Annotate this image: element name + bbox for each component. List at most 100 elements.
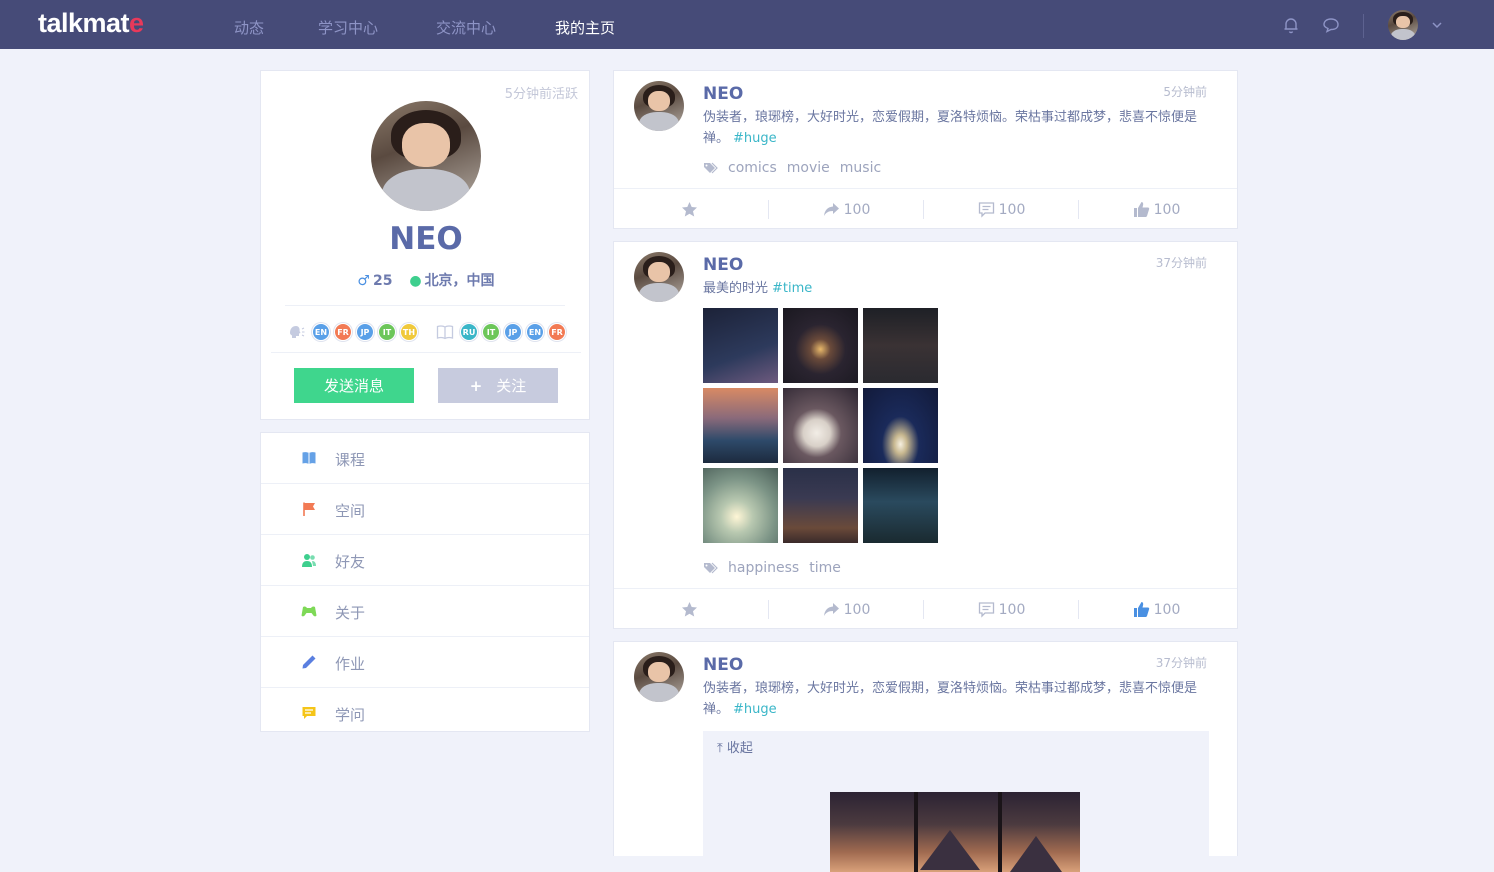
hashtag-link[interactable]: #huge	[733, 702, 777, 717]
post-time: 37分钟前	[1155, 656, 1207, 670]
chat-bubble-icon[interactable]	[1322, 16, 1340, 34]
tag[interactable]: comics	[728, 160, 777, 176]
photo-thumbnail[interactable]	[703, 468, 778, 543]
share-icon	[823, 203, 839, 216]
profile-name: NEO	[389, 221, 463, 257]
photo-thumbnail[interactable]	[863, 468, 938, 543]
expanded-media: ⤒ 收起	[703, 731, 1209, 872]
nav-link-learning[interactable]: 学习中心	[318, 17, 378, 38]
lang-chip: IT	[378, 323, 396, 341]
profile-avatar[interactable]	[371, 101, 481, 211]
tag[interactable]: movie	[787, 160, 830, 176]
like-button[interactable]: 100	[1079, 189, 1234, 230]
photo-thumbnail[interactable]	[703, 388, 778, 463]
menu-item-homework[interactable]: 作业	[261, 637, 589, 688]
comment-icon	[978, 602, 994, 618]
favorite-button[interactable]	[614, 189, 769, 230]
post-tags: comics movie music	[703, 160, 891, 176]
divider	[271, 352, 581, 353]
post-card: NEO 37分钟前 伪装者，琅琊榜，大好时光，恋爱假期，夏洛特烦恼。荣枯事过都成…	[613, 641, 1238, 872]
photo-thumbnail[interactable]	[703, 308, 778, 383]
location-pin-icon: ●	[409, 273, 422, 289]
lang-chip: EN	[312, 323, 330, 341]
nav-link-my-home[interactable]: 我的主页	[555, 17, 615, 38]
post-time: 37分钟前	[1155, 256, 1207, 270]
comment-button[interactable]: 100	[924, 589, 1079, 630]
user-avatar[interactable]	[1388, 10, 1418, 40]
users-icon	[302, 554, 316, 567]
follow-button[interactable]: + 关注	[438, 368, 558, 403]
bell-icon[interactable]	[1282, 16, 1300, 34]
profile-card: 5分钟前活跃 NEO ♂ 25 ● 北京，中国 EN FR JP IT TH RU …	[260, 70, 590, 420]
tags-icon	[704, 162, 718, 174]
menu-item-space[interactable]: 空间	[261, 484, 589, 535]
post-time: 5分钟前	[1163, 85, 1207, 99]
star-icon	[682, 602, 697, 617]
open-book-icon	[436, 325, 454, 340]
last-active-status: 5分钟前活跃	[504, 87, 578, 102]
profile-meta: ♂ 25 ● 北京，中国	[261, 270, 591, 290]
tag[interactable]: time	[809, 560, 841, 576]
tag[interactable]: music	[840, 160, 881, 176]
comment-icon	[978, 202, 994, 218]
send-message-button[interactable]: 发送消息	[294, 368, 414, 403]
lang-chip: FR	[334, 323, 352, 341]
share-button[interactable]: 100	[769, 189, 924, 230]
menu-item-courses[interactable]: 课程	[261, 433, 589, 484]
photo-thumbnail[interactable]	[863, 308, 938, 383]
logo[interactable]: talkmate	[38, 8, 144, 39]
menu-item-knowledge[interactable]: 学问	[261, 688, 589, 739]
lang-chip: JP	[356, 323, 374, 341]
post-avatar[interactable]	[634, 252, 684, 302]
photo-grid	[703, 308, 943, 548]
plus-icon: +	[469, 376, 483, 395]
hashtag-link[interactable]: #huge	[733, 131, 777, 146]
photo-thumbnail[interactable]	[783, 468, 858, 543]
post-avatar[interactable]	[634, 81, 684, 131]
profile-age: 25	[372, 273, 393, 289]
share-icon	[823, 603, 839, 616]
collapse-button[interactable]: ⤒ 收起	[717, 737, 753, 756]
post-text: 伪装者，琅琊榜，大好时光，恋爱假期，夏洛特烦恼。荣枯事过都成梦，悲喜不惊便是禅。…	[703, 110, 1198, 146]
nav-link-exchange[interactable]: 交流中心	[436, 17, 496, 38]
menu-item-friends[interactable]: 好友	[261, 535, 589, 586]
male-icon: ♂	[357, 273, 370, 289]
comment-button[interactable]: 100	[924, 189, 1079, 230]
post-avatar[interactable]	[634, 652, 684, 702]
arrow-up-icon: ⤒	[717, 741, 723, 756]
star-icon	[682, 202, 697, 217]
nav-divider	[1363, 14, 1364, 38]
post-text: 最美的时光 #time	[703, 281, 813, 296]
hashtag-link[interactable]: #time	[772, 281, 812, 296]
profile-location: 北京，中国	[424, 273, 495, 289]
post-card: NEO 37分钟前 最美的时光 #time happiness time 100 …	[613, 241, 1238, 629]
profile-menu: 课程 空间 好友 关于 作业 学问	[260, 432, 590, 732]
chevron-down-icon[interactable]	[1430, 18, 1444, 32]
speaking-head-icon	[290, 326, 305, 338]
lang-chip: IT	[482, 323, 500, 341]
post-card: NEO 5分钟前 伪装者，琅琊榜，大好时光，恋爱假期，夏洛特烦恼。荣枯事过都成梦…	[613, 70, 1238, 229]
divider	[285, 305, 565, 306]
post-actions: 100 100 100	[614, 188, 1237, 229]
share-button[interactable]: 100	[769, 589, 924, 630]
post-text: 伪装者，琅琊榜，大好时光，恋爱假期，夏洛特烦恼。荣枯事过都成梦，悲喜不惊便是禅。…	[703, 681, 1198, 717]
tag[interactable]: happiness	[728, 560, 799, 576]
menu-item-about[interactable]: 关于	[261, 586, 589, 637]
post-author[interactable]: NEO	[703, 255, 743, 275]
post-author[interactable]: NEO	[703, 655, 743, 675]
lang-chip: EN	[526, 323, 544, 341]
comment-icon	[302, 707, 316, 719]
favorite-button[interactable]	[614, 589, 769, 630]
photo-thumbnail[interactable]	[783, 308, 858, 383]
post-author[interactable]: NEO	[703, 84, 743, 104]
expanded-photo[interactable]	[830, 792, 1080, 872]
photo-thumbnail[interactable]	[783, 388, 858, 463]
thumbs-up-icon	[1133, 202, 1149, 217]
photo-thumbnail[interactable]	[863, 388, 938, 463]
languages-learning: RU IT JP EN FR	[436, 323, 570, 341]
gamepad-icon	[301, 606, 317, 617]
post-actions: 100 100 100	[614, 588, 1237, 629]
nav-link-feed[interactable]: 动态	[234, 17, 264, 38]
top-nav: talkmate 动态 学习中心 交流中心 我的主页	[0, 0, 1494, 49]
like-button[interactable]: 100	[1079, 589, 1234, 630]
